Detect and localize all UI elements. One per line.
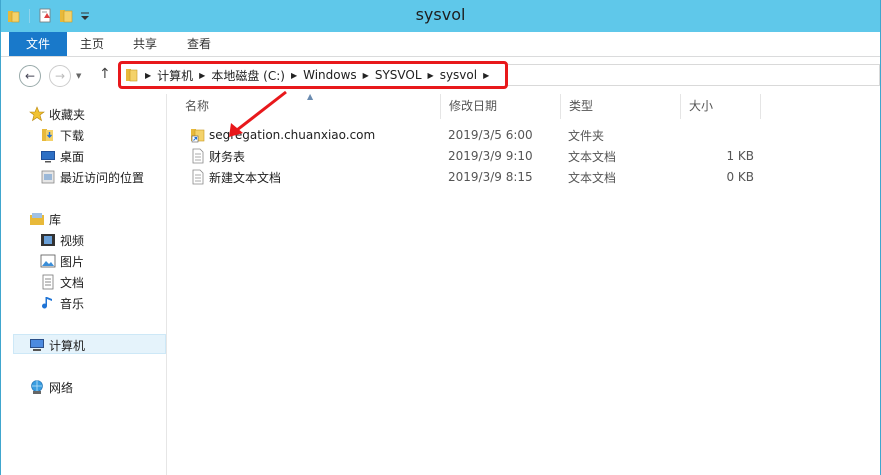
folder-shortcut-icon (190, 127, 206, 143)
forward-arrow-icon: → (54, 69, 66, 83)
title-bar: sysvol (1, 0, 880, 32)
tab-share[interactable]: 共享 (119, 32, 171, 56)
file-type: 文件夹 (568, 128, 605, 143)
file-date: 2019/3/5 6:00 (448, 128, 533, 142)
library-icon (29, 211, 45, 227)
chevron-right-icon[interactable]: ▶ (428, 71, 434, 80)
sidebar-item-videos[interactable]: 视频 (40, 230, 84, 250)
document-icon (40, 274, 56, 290)
sidebar-item-music[interactable]: 音乐 (40, 293, 84, 313)
up-arrow-icon[interactable]: ↑ (99, 66, 111, 82)
sidebar-item-downloads[interactable]: 下载 (40, 125, 84, 145)
chevron-right-icon[interactable]: ▶ (145, 71, 151, 80)
chevron-right-icon[interactable]: ▶ (363, 71, 369, 80)
downloads-folder-icon (40, 127, 56, 143)
column-header-name[interactable]: 名称 (177, 94, 441, 119)
recent-places-icon (40, 169, 56, 185)
file-row[interactable]: segregation.chuanxiao.com 2019/3/5 6:00 … (186, 125, 766, 145)
breadcrumb-local-disk[interactable]: 本地磁盘 (C:) (211, 67, 285, 84)
file-row[interactable]: 财务表 2019/3/9 9:10 文本文档 1 KB (186, 146, 766, 166)
file-row[interactable]: 新建文本文档 2019/3/9 8:15 文本文档 0 KB (186, 167, 766, 187)
sidebar-item-recent-places[interactable]: 最近访问的位置 (40, 167, 144, 187)
sidebar-item-favorites[interactable]: 收藏夹 (29, 104, 85, 124)
sidebar-item-label: 音乐 (60, 296, 85, 311)
file-size: 1 KB (726, 149, 754, 163)
sidebar-item-label: 最近访问的位置 (60, 170, 145, 185)
column-header-type[interactable]: 类型 (561, 94, 681, 119)
picture-icon (40, 253, 56, 269)
sidebar-item-desktop[interactable]: 桌面 (40, 146, 84, 166)
window-title: sysvol (415, 5, 466, 24)
column-header-date[interactable]: 修改日期 (441, 94, 561, 119)
video-icon (40, 232, 56, 248)
tab-view[interactable]: 查看 (173, 32, 225, 56)
tab-home[interactable]: 主页 (67, 32, 117, 56)
breadcrumb-windows[interactable]: Windows (303, 68, 357, 82)
back-arrow-icon: ← (24, 69, 36, 83)
desktop-icon (40, 148, 56, 164)
sidebar-item-label: 视频 (60, 233, 85, 248)
network-icon (29, 379, 45, 395)
sidebar-item-computer[interactable]: 计算机 (29, 335, 85, 355)
folder-icon (125, 67, 139, 83)
file-date: 2019/3/9 9:10 (448, 149, 533, 163)
sidebar-item-label: 文档 (60, 275, 85, 290)
sidebar-item-label: 网络 (49, 380, 74, 395)
computer-icon (29, 337, 45, 353)
sidebar-item-label: 收藏夹 (49, 107, 86, 122)
file-date: 2019/3/9 8:15 (448, 170, 533, 184)
text-file-icon (190, 148, 206, 164)
column-header-size[interactable]: 大小 (681, 94, 761, 119)
file-name: 新建文本文档 (209, 170, 282, 185)
file-name: 财务表 (209, 149, 246, 164)
sidebar-item-label: 图片 (60, 254, 85, 269)
text-file-icon (190, 169, 206, 185)
sidebar-item-network[interactable]: 网络 (29, 377, 73, 397)
tab-file[interactable]: 文件 (9, 32, 67, 56)
sidebar-item-label: 下载 (60, 128, 85, 143)
ribbon: 文件 主页 共享 查看 (1, 32, 880, 57)
forward-button[interactable]: → (49, 65, 71, 87)
file-type: 文本文档 (568, 149, 617, 164)
breadcrumb-sysvol-upper[interactable]: SYSVOL (375, 68, 422, 82)
sidebar-item-label: 库 (49, 212, 62, 227)
pane-divider[interactable] (166, 94, 167, 475)
sidebar-item-pictures[interactable]: 图片 (40, 251, 84, 271)
explorer-window: sysvol 文件 主页 共享 查看 ← → ▼ ↑ ▶ 计算机 ▶ 本地磁盘 … (0, 0, 881, 475)
star-icon (29, 106, 45, 122)
breadcrumb-computer[interactable]: 计算机 (157, 67, 193, 84)
breadcrumb-sysvol[interactable]: sysvol (440, 68, 477, 82)
sidebar-item-label: 计算机 (49, 338, 86, 353)
chevron-right-icon[interactable]: ▶ (199, 71, 205, 80)
sidebar-item-documents[interactable]: 文档 (40, 272, 84, 292)
file-name: segregation.chuanxiao.com (209, 128, 376, 142)
recent-locations-icon[interactable]: ▼ (76, 72, 81, 80)
music-icon (40, 295, 56, 311)
back-button[interactable]: ← (19, 65, 41, 87)
sidebar-item-library[interactable]: 库 (29, 209, 61, 229)
chevron-right-icon[interactable]: ▶ (291, 71, 297, 80)
address-bar-empty-area[interactable] (508, 64, 880, 86)
address-bar[interactable]: ▶ 计算机 ▶ 本地磁盘 (C:) ▶ Windows ▶ SYSVOL ▶ s… (118, 61, 508, 89)
file-type: 文本文档 (568, 170, 617, 185)
chevron-right-icon[interactable]: ▶ (483, 71, 489, 80)
file-size: 0 KB (726, 170, 754, 184)
sidebar-item-label: 桌面 (60, 149, 85, 164)
